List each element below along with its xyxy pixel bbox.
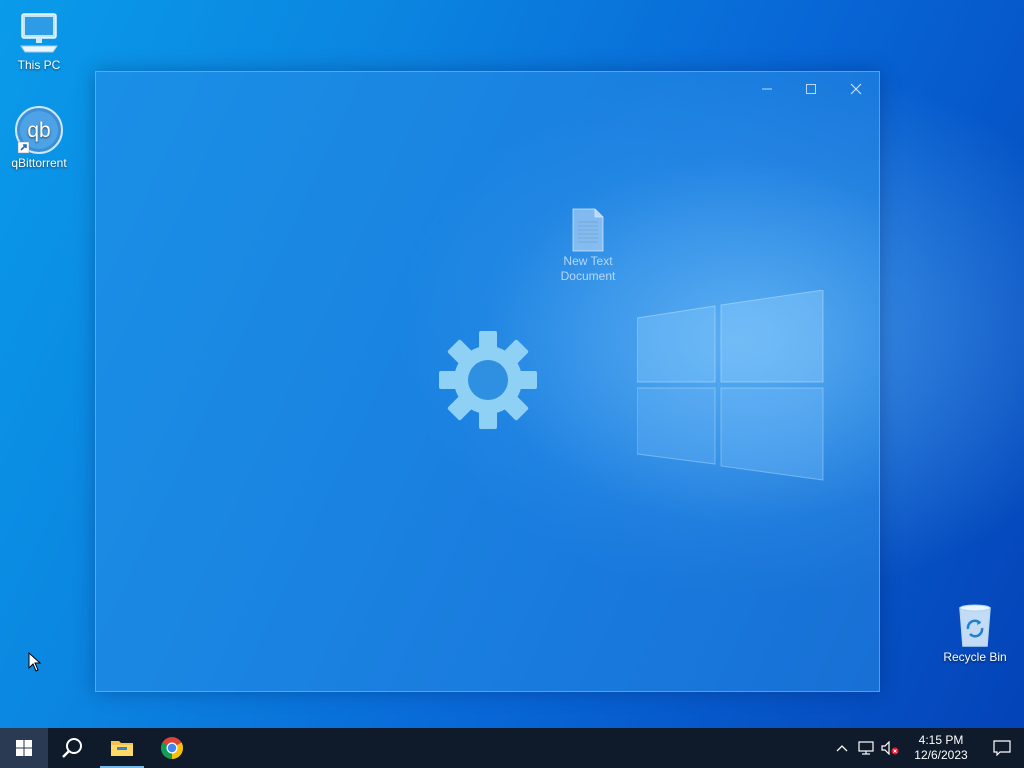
text-document-icon bbox=[572, 208, 604, 252]
this-pc-shortcut[interactable]: This PC bbox=[1, 10, 77, 72]
file-label-line1: New Text bbox=[563, 254, 613, 268]
action-center-button[interactable] bbox=[980, 728, 1024, 768]
chrome-button[interactable] bbox=[148, 728, 196, 768]
clock-date: 12/6/2023 bbox=[914, 748, 968, 762]
maximize-icon bbox=[806, 84, 816, 94]
minimize-button[interactable] bbox=[745, 76, 789, 102]
search-icon bbox=[62, 738, 82, 758]
svg-text:qb: qb bbox=[27, 119, 50, 142]
volume-button[interactable] bbox=[878, 728, 902, 768]
file-label-line2: Document bbox=[560, 269, 616, 283]
opening-window[interactable]: New Text Document bbox=[95, 71, 880, 692]
recycle-bin-label: Recycle Bin bbox=[943, 650, 1007, 664]
clock-time: 4:15 PM bbox=[918, 733, 964, 747]
minimize-icon bbox=[762, 88, 772, 90]
windows-logo-icon bbox=[16, 740, 32, 756]
close-icon bbox=[850, 83, 862, 95]
taskbar: 4:15 PM 12/6/2023 bbox=[0, 728, 1024, 768]
new-text-document[interactable]: New Text Document bbox=[548, 208, 628, 284]
action-center-icon bbox=[993, 740, 1011, 756]
windows-logo-watermark bbox=[637, 290, 824, 481]
mouse-cursor-icon bbox=[28, 652, 42, 672]
recycle-bin-shortcut[interactable]: Recycle Bin bbox=[937, 602, 1013, 664]
chrome-icon bbox=[161, 737, 183, 759]
maximize-button[interactable] bbox=[789, 76, 833, 102]
qbittorrent-icon: qb bbox=[15, 106, 63, 154]
chevron-up-icon bbox=[836, 745, 848, 752]
network-button[interactable] bbox=[854, 728, 878, 768]
qbittorrent-shortcut[interactable]: qb qBittorrent bbox=[1, 106, 77, 170]
show-hidden-icons-button[interactable] bbox=[830, 728, 854, 768]
system-tray: 4:15 PM 12/6/2023 bbox=[830, 728, 1024, 768]
file-explorer-button[interactable] bbox=[96, 728, 148, 768]
computer-icon bbox=[20, 13, 58, 53]
this-pc-label: This PC bbox=[17, 58, 61, 72]
desktop: This PC qb qBittorrent Recycle Bin New T… bbox=[0, 0, 1024, 728]
network-icon bbox=[858, 741, 874, 755]
clock[interactable]: 4:15 PM 12/6/2023 bbox=[908, 733, 974, 763]
qbittorrent-label: qBittorrent bbox=[11, 156, 67, 170]
recycle-bin-icon bbox=[959, 604, 991, 647]
volume-muted-icon bbox=[881, 741, 899, 755]
search-button[interactable] bbox=[48, 728, 96, 768]
start-button[interactable] bbox=[0, 728, 48, 768]
gear-icon bbox=[439, 331, 537, 429]
close-button[interactable] bbox=[834, 76, 878, 102]
folder-icon bbox=[111, 741, 133, 756]
